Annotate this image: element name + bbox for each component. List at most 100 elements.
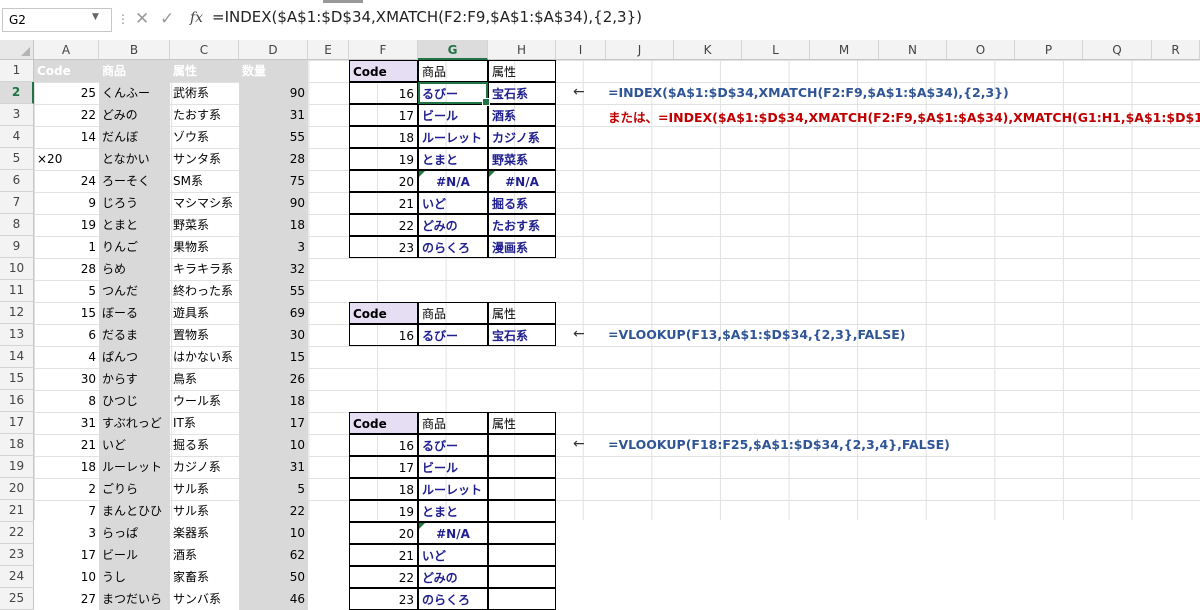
table-a-cell[interactable]: まつだいら bbox=[99, 588, 170, 610]
table_3-cell[interactable] bbox=[488, 522, 556, 544]
table_3-cell[interactable]: いど bbox=[418, 544, 488, 566]
table-a-cell[interactable]: ゾウ系 bbox=[170, 126, 239, 148]
row-header-14[interactable]: 14 bbox=[0, 346, 34, 368]
table-a-cell[interactable]: 90 bbox=[239, 82, 308, 104]
table_1-header[interactable]: 商品 bbox=[418, 60, 488, 82]
table_1-cell[interactable]: ビール bbox=[418, 104, 488, 126]
table-a-cell[interactable]: くんふー bbox=[99, 82, 170, 104]
column-header-H[interactable]: H bbox=[488, 40, 556, 60]
table-a-cell[interactable]: ぼーる bbox=[99, 302, 170, 324]
table_3-cell[interactable] bbox=[488, 456, 556, 478]
table-a-cell[interactable]: 3 bbox=[34, 522, 99, 544]
table-a-cell[interactable]: 55 bbox=[239, 280, 308, 302]
table-a-cell[interactable]: 10 bbox=[239, 434, 308, 456]
table-a-cell[interactable]: 6 bbox=[34, 324, 99, 346]
column-header-R[interactable]: R bbox=[1152, 40, 1200, 60]
table-a-cell[interactable]: 22 bbox=[34, 104, 99, 126]
table_3-cell[interactable]: どみの bbox=[418, 566, 488, 588]
table-a-cell[interactable]: 31 bbox=[34, 412, 99, 434]
table-a-cell[interactable]: りんご bbox=[99, 236, 170, 258]
table_1-cell[interactable]: 17 bbox=[349, 104, 418, 126]
table-a-header[interactable]: 数量 bbox=[239, 60, 308, 82]
table-a-cell[interactable]: ごりら bbox=[99, 478, 170, 500]
table-a-cell[interactable]: 24 bbox=[34, 170, 99, 192]
row-header-1[interactable]: 1 bbox=[0, 60, 34, 82]
table-a-cell[interactable]: つんだ bbox=[99, 280, 170, 302]
row-header-13[interactable]: 13 bbox=[0, 324, 34, 346]
row-header-8[interactable]: 8 bbox=[0, 214, 34, 236]
table-a-cell[interactable]: 3 bbox=[239, 236, 308, 258]
table-a-cell[interactable]: 30 bbox=[239, 324, 308, 346]
row-header-5[interactable]: 5 bbox=[0, 148, 34, 170]
table-a-cell[interactable]: 19 bbox=[34, 214, 99, 236]
table-a-cell[interactable]: ウール系 bbox=[170, 390, 239, 412]
table_3-cell[interactable]: 21 bbox=[349, 544, 418, 566]
table_3-cell[interactable]: とまと bbox=[418, 500, 488, 522]
table-a-cell[interactable]: ビール bbox=[99, 544, 170, 566]
table-a-cell[interactable]: 28 bbox=[34, 258, 99, 280]
table-a-cell[interactable]: 1 bbox=[34, 236, 99, 258]
column-header-O[interactable]: O bbox=[947, 40, 1015, 60]
table-a-cell[interactable]: 50 bbox=[239, 566, 308, 588]
table-a-cell[interactable]: ひつじ bbox=[99, 390, 170, 412]
select-all-corner[interactable] bbox=[0, 40, 34, 60]
table-a-cell[interactable]: 75 bbox=[239, 170, 308, 192]
table-a-cell[interactable]: 18 bbox=[34, 456, 99, 478]
table_1-cell[interactable]: 野菜系 bbox=[488, 148, 556, 170]
table_1-cell[interactable]: #N/A bbox=[418, 170, 488, 192]
table-a-cell[interactable]: 55 bbox=[239, 126, 308, 148]
table-a-cell[interactable]: 7 bbox=[34, 500, 99, 522]
table-a-cell[interactable]: 27 bbox=[34, 588, 99, 610]
table-a-cell[interactable]: 32 bbox=[239, 258, 308, 280]
row-header-10[interactable]: 10 bbox=[0, 258, 34, 280]
table_1-cell[interactable]: 16 bbox=[349, 82, 418, 104]
table-a-cell[interactable]: たおす系 bbox=[170, 104, 239, 126]
cancel-icon[interactable]: ✕ bbox=[135, 9, 149, 29]
row-header-24[interactable]: 24 bbox=[0, 566, 34, 588]
table-a-cell[interactable]: 9 bbox=[34, 192, 99, 214]
row-header-7[interactable]: 7 bbox=[0, 192, 34, 214]
table_2-cell[interactable]: 宝石系 bbox=[488, 324, 556, 346]
table_2-cell[interactable]: 16 bbox=[349, 324, 418, 346]
table-a-cell[interactable]: まんとひひ bbox=[99, 500, 170, 522]
table-a-cell[interactable]: 17 bbox=[239, 412, 308, 434]
table-a-cell[interactable]: 62 bbox=[239, 544, 308, 566]
table_2-header[interactable]: 属性 bbox=[488, 302, 556, 324]
table_3-cell[interactable]: ビール bbox=[418, 456, 488, 478]
row-header-15[interactable]: 15 bbox=[0, 368, 34, 390]
table_1-cell[interactable]: 掘る系 bbox=[488, 192, 556, 214]
table_1-header[interactable]: 属性 bbox=[488, 60, 556, 82]
table-a-cell[interactable]: 22 bbox=[239, 500, 308, 522]
table_2-cell[interactable]: るびー bbox=[418, 324, 488, 346]
row-header-21[interactable]: 21 bbox=[0, 500, 34, 522]
table_1-cell[interactable]: 20 bbox=[349, 170, 418, 192]
table_1-cell[interactable]: 23 bbox=[349, 236, 418, 258]
table_3-cell[interactable]: 22 bbox=[349, 566, 418, 588]
table-a-cell[interactable]: カジノ系 bbox=[170, 456, 239, 478]
column-header-B[interactable]: B bbox=[99, 40, 170, 60]
active-cell-selection[interactable] bbox=[418, 82, 490, 106]
column-header-I[interactable]: I bbox=[556, 40, 606, 60]
table-a-cell[interactable]: 鳥系 bbox=[170, 368, 239, 390]
row-header-22[interactable]: 22 bbox=[0, 522, 34, 544]
column-header-G[interactable]: G bbox=[418, 40, 488, 60]
table_3-cell[interactable] bbox=[488, 500, 556, 522]
table-a-cell[interactable]: 31 bbox=[239, 104, 308, 126]
row-header-23[interactable]: 23 bbox=[0, 544, 34, 566]
table-a-cell[interactable]: ×20 bbox=[34, 148, 99, 170]
table-a-cell[interactable]: 17 bbox=[34, 544, 99, 566]
table_3-cell[interactable] bbox=[488, 566, 556, 588]
table-a-cell[interactable]: 18 bbox=[239, 390, 308, 412]
table-a-cell[interactable]: 30 bbox=[34, 368, 99, 390]
table-a-cell[interactable]: IT系 bbox=[170, 412, 239, 434]
row-header-12[interactable]: 12 bbox=[0, 302, 34, 324]
row-header-2[interactable]: 2 bbox=[0, 82, 34, 104]
row-header-3[interactable]: 3 bbox=[0, 104, 34, 126]
table-a-cell[interactable]: 4 bbox=[34, 346, 99, 368]
table-a-cell[interactable]: 25 bbox=[34, 82, 99, 104]
row-header-17[interactable]: 17 bbox=[0, 412, 34, 434]
column-header-A[interactable]: A bbox=[34, 40, 99, 60]
table-a-cell[interactable]: 楽器系 bbox=[170, 522, 239, 544]
table-a-header[interactable]: 属性 bbox=[170, 60, 239, 82]
row-header-11[interactable]: 11 bbox=[0, 280, 34, 302]
